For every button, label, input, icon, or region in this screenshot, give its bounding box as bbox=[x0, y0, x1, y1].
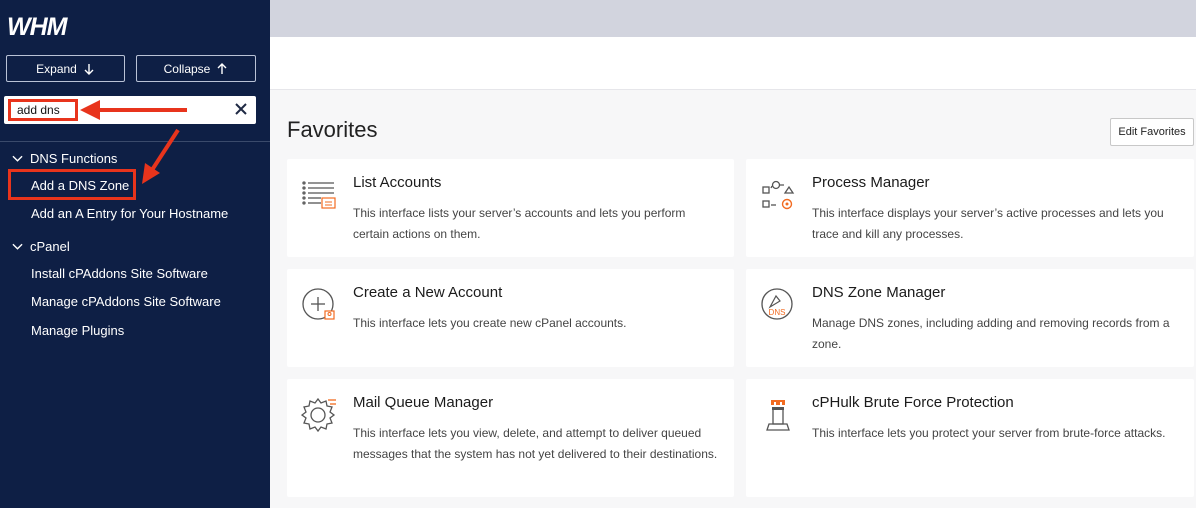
favorite-card-cphulk[interactable]: cPHulk Brute Force Protection This inter… bbox=[746, 379, 1194, 497]
expand-button[interactable]: Expand bbox=[6, 55, 125, 82]
card-title: List Accounts bbox=[353, 174, 442, 191]
card-description: This interface lets you create new cPane… bbox=[353, 316, 627, 330]
card-description: This interface lets you view, delete, an… bbox=[353, 426, 718, 461]
top-bar bbox=[270, 0, 1196, 37]
favorite-card-list-accounts[interactable]: List Accounts This interface lists your … bbox=[287, 159, 734, 257]
expand-label: Expand bbox=[36, 61, 77, 76]
section-label: DNS Functions bbox=[30, 151, 118, 166]
section-cpanel[interactable]: cPanel bbox=[12, 239, 70, 254]
card-description: Manage DNS zones, including adding and r… bbox=[812, 316, 1170, 351]
cphulk-icon bbox=[766, 400, 790, 431]
dns-zone-icon: DNS bbox=[761, 288, 793, 320]
search-box bbox=[4, 96, 256, 124]
sidebar-item-manage-plugins[interactable]: Manage Plugins bbox=[31, 323, 124, 338]
search-input[interactable] bbox=[8, 99, 78, 121]
sidebar-item-install-cpaddons[interactable]: Install cPAddons Site Software bbox=[31, 266, 208, 281]
chevron-down-icon bbox=[12, 155, 23, 162]
favorite-card-process-manager[interactable]: Process Manager This interface displays … bbox=[746, 159, 1194, 257]
create-account-icon bbox=[302, 288, 335, 320]
sidebar-item-add-a-entry[interactable]: Add an A Entry for Your Hostname bbox=[31, 206, 228, 221]
card-title: cPHulk Brute Force Protection bbox=[812, 394, 1014, 411]
favorite-card-create-account[interactable]: Create a New Account This interface lets… bbox=[287, 269, 734, 367]
chevron-down-icon bbox=[12, 243, 23, 250]
whm-logo[interactable]: WHM bbox=[7, 14, 97, 38]
mail-queue-icon bbox=[301, 397, 336, 433]
favorite-card-mail-queue-manager[interactable]: Mail Queue Manager This interface lets y… bbox=[287, 379, 734, 497]
sidebar-item-manage-cpaddons[interactable]: Manage cPAddons Site Software bbox=[31, 294, 221, 309]
arrow-down-icon bbox=[84, 63, 94, 75]
favorite-card-dns-zone-manager[interactable]: DNS DNS Zone Manager Manage DNS zones, i… bbox=[746, 269, 1194, 367]
card-title: Create a New Account bbox=[353, 284, 503, 301]
card-title: DNS Zone Manager bbox=[812, 284, 946, 301]
list-accounts-icon bbox=[302, 181, 336, 209]
clear-search-icon[interactable] bbox=[233, 101, 249, 117]
collapse-button[interactable]: Collapse bbox=[136, 55, 256, 82]
card-title: Mail Queue Manager bbox=[353, 394, 494, 411]
header-bar bbox=[270, 37, 1196, 90]
sidebar-divider bbox=[0, 141, 270, 142]
edit-favorites-button[interactable]: Edit Favorites bbox=[1110, 118, 1194, 146]
card-description: This interface lists your server’s accou… bbox=[353, 206, 686, 241]
section-label: cPanel bbox=[30, 239, 70, 254]
sidebar: WHM Expand Collapse DNS Functions Add a … bbox=[0, 0, 270, 508]
svg-text:DNS: DNS bbox=[769, 308, 786, 317]
svg-text:WHM: WHM bbox=[7, 14, 69, 38]
process-manager-icon bbox=[762, 180, 795, 210]
arrow-up-icon bbox=[217, 62, 227, 74]
sidebar-item-add-dns-zone[interactable]: Add a DNS Zone bbox=[31, 178, 129, 193]
collapse-label: Collapse bbox=[163, 61, 211, 76]
card-description: This interface lets you protect your ser… bbox=[812, 426, 1166, 440]
section-dns-functions[interactable]: DNS Functions bbox=[12, 151, 117, 166]
card-description: This interface displays your server’s ac… bbox=[812, 206, 1164, 241]
page-title: Favorites bbox=[287, 117, 378, 142]
card-title: Process Manager bbox=[812, 174, 930, 191]
